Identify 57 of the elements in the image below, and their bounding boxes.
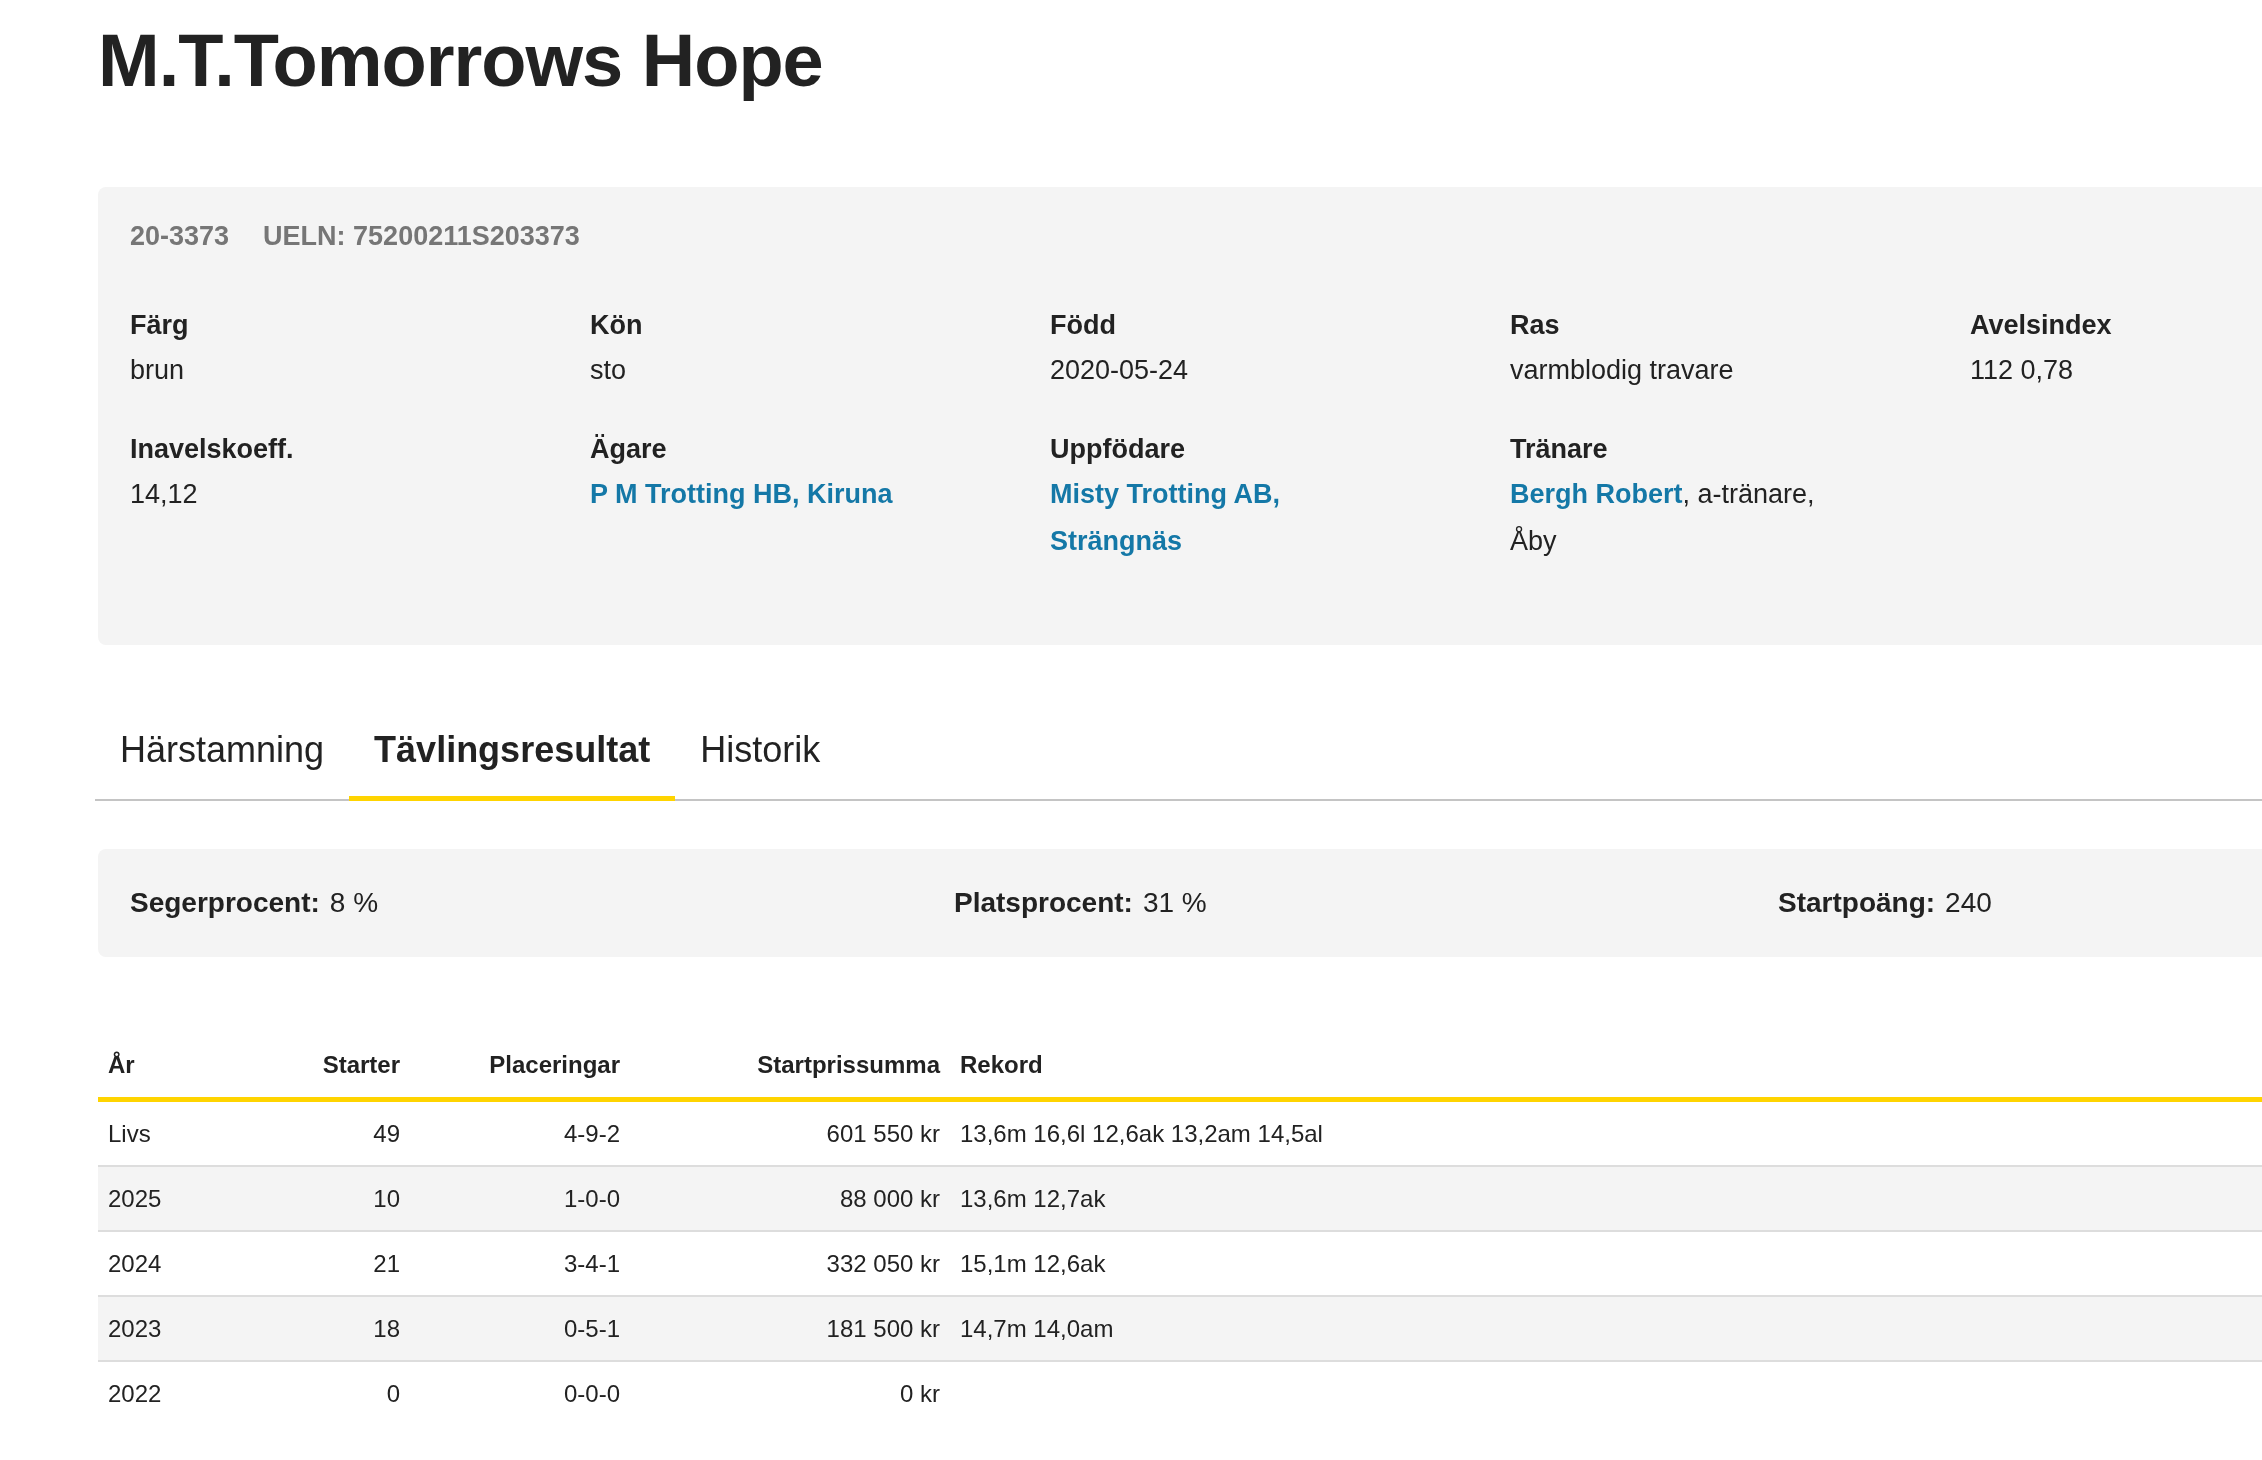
placings-cell: 3-4-1	[563, 1250, 620, 1277]
year-cell: 2022	[108, 1380, 162, 1407]
column-header: Starter	[288, 1037, 410, 1100]
field-label: Avelsindex	[1970, 310, 2113, 341]
prize-cell: 332 050 kr	[826, 1250, 940, 1277]
year-cell: 2024	[108, 1250, 162, 1277]
prize-cell: 181 500 kr	[826, 1315, 940, 1342]
record-cell: 13,6m 16,6l 12,6ak 13,2am 14,5al	[960, 1120, 1323, 1147]
field-value: sto	[590, 354, 628, 387]
tab[interactable]: Härstamning	[95, 707, 350, 801]
field-value: varmblodig travare	[1510, 354, 1735, 387]
starts-cell: 49	[373, 1120, 400, 1147]
stat-text: Platsprocent: 31 %	[954, 887, 1208, 919]
field-label: Född	[1050, 310, 1117, 341]
field-value: Bergh Robert, a-tränare, Åby	[1510, 478, 1816, 558]
field-value: 112 0,78	[1970, 354, 2075, 387]
prize-cell: 88 000 kr	[839, 1185, 940, 1212]
starts-cell: 10	[373, 1185, 400, 1212]
field-label: Inavelskoeff.	[130, 434, 295, 465]
record-cell: 14,7m 14,0am	[960, 1315, 1114, 1342]
column-header: Startprissumma	[630, 1037, 950, 1100]
placings-cell: 4-9-2	[563, 1120, 620, 1147]
record-cell: 13,6m 12,7ak	[960, 1185, 1106, 1212]
field-label: Färg	[130, 310, 190, 341]
prize-cell: 601 550 kr	[826, 1120, 940, 1147]
field-label: Tränare	[1510, 434, 1609, 465]
field-link[interactable]: Bergh Robert	[1510, 479, 1683, 509]
field-label: Kön	[590, 310, 644, 341]
registration-number: 20-3373	[130, 221, 230, 252]
field-value: brun	[130, 354, 186, 387]
prize-cell: 0 kr	[900, 1380, 940, 1407]
field-link[interactable]: P M Trotting HB, Kiruna	[590, 471, 893, 518]
stat-text: Startpoäng: 240	[1778, 887, 1993, 919]
horse-name-title: M.T.Tomorrows Hope	[98, 18, 824, 103]
year-cell: 2023	[108, 1315, 162, 1342]
year-cell: 2025	[108, 1185, 162, 1212]
field-label: Uppfödare	[1050, 434, 1186, 465]
field-link[interactable]: Misty Trotting AB, Strängnäs	[1050, 471, 1380, 565]
placings-cell: 0-5-1	[563, 1315, 620, 1342]
column-header: Placeringar	[410, 1037, 630, 1100]
field-label: Ras	[1510, 310, 1561, 341]
placings-cell: 1-0-0	[563, 1185, 620, 1212]
placings-cell: 0-0-0	[563, 1380, 620, 1407]
year-cell: Livs	[108, 1120, 151, 1147]
starts-cell: 18	[373, 1315, 400, 1342]
record-cell: 15,1m 12,6ak	[960, 1250, 1106, 1277]
ueln-number: UELN: 75200211S203373	[263, 221, 580, 252]
stat-text: Segerprocent: 8 %	[130, 887, 380, 919]
field-value: 2020-05-24	[1050, 354, 1190, 387]
field-value: 14,12	[130, 478, 199, 511]
column-header: Rekord	[950, 1037, 2262, 1100]
tab[interactable]: Tävlingsresultat	[349, 707, 676, 801]
tab[interactable]: Historik	[675, 707, 846, 801]
column-header: År	[98, 1037, 288, 1100]
starts-cell: 0	[386, 1380, 400, 1407]
starts-cell: 21	[373, 1250, 400, 1277]
field-label: Ägare	[590, 434, 668, 465]
